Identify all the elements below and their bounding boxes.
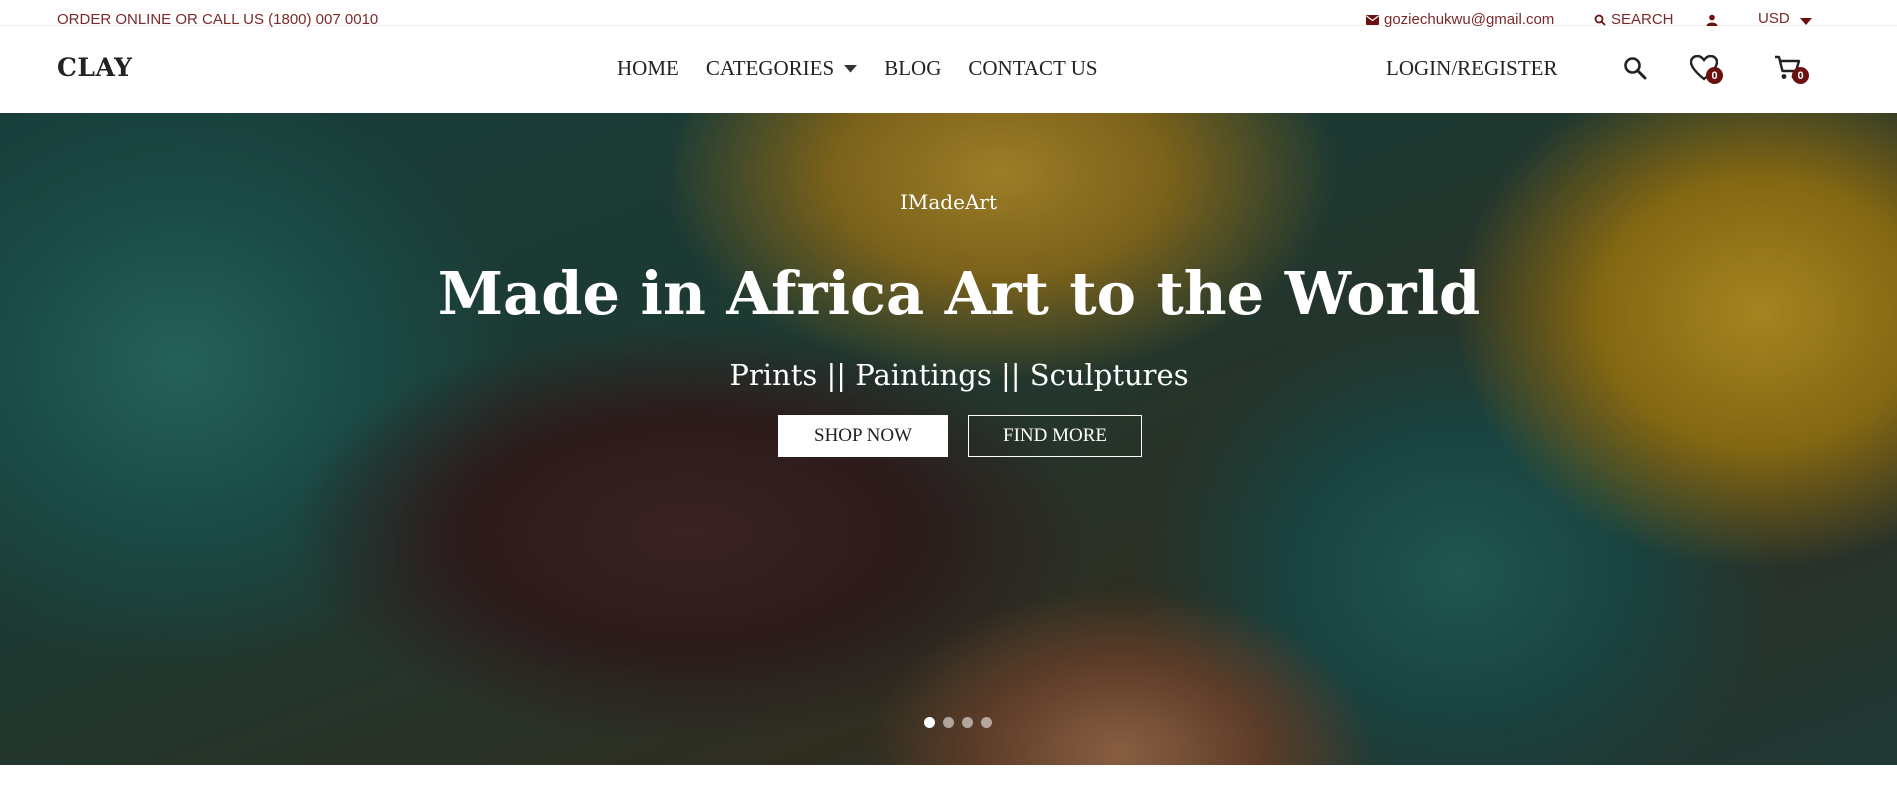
nav-item-label: BLOG <box>884 56 942 80</box>
wishlist-count-badge: 0 <box>1706 67 1723 84</box>
wishlist-button[interactable]: 0 <box>1689 54 1726 85</box>
carousel-dot-3[interactable] <box>962 717 973 728</box>
email-text: goziechukwu@gmail.com <box>1384 11 1555 28</box>
hero-headline: Made in Africa Art to the World <box>437 259 1481 328</box>
nav-item-categories[interactable]: CATEGORIES <box>705 56 858 81</box>
cart-button[interactable]: 0 <box>1774 55 1810 85</box>
caret-down-icon <box>1799 17 1812 25</box>
carousel-dot-4[interactable] <box>981 717 992 728</box>
topbar-search[interactable]: SEARCH <box>1594 11 1674 28</box>
shop-now-button[interactable]: SHOP NOW <box>778 415 948 457</box>
carousel-dot-1[interactable] <box>924 717 935 728</box>
main-nav: HOME CATEGORIES BLOG CONTACT US <box>617 56 1098 81</box>
search-label: SEARCH <box>1611 11 1674 28</box>
site-header: CLAY HOME CATEGORIES BLOG CONTACT US LOG… <box>0 27 1897 113</box>
nav-item-blog[interactable]: BLOG <box>884 56 941 81</box>
top-bar: ORDER ONLINE OR CALL US (1800) 007 0010 … <box>0 0 1897 28</box>
currency-selector[interactable]: USD <box>1758 10 1812 27</box>
email-link[interactable]: goziechukwu@gmail.com <box>1366 11 1554 28</box>
search-icon[interactable] <box>1622 55 1648 86</box>
nav-item-label: CATEGORIES <box>705 56 835 80</box>
find-more-button[interactable]: FIND MORE <box>968 415 1142 457</box>
cart-count-badge: 0 <box>1792 67 1809 84</box>
hero-content: IMadeArt Made in Africa Art to the World… <box>0 113 1897 765</box>
hero-eyebrow: IMadeArt <box>900 190 997 214</box>
nav-item-label: HOME <box>617 56 679 80</box>
nav-item-contact[interactable]: CONTACT US <box>968 56 1097 81</box>
hero-subline: Prints || Paintings || Sculptures <box>729 358 1189 392</box>
carousel-dot-2[interactable] <box>943 717 954 728</box>
nav-item-label: CONTACT US <box>968 56 1098 80</box>
caret-down-icon <box>844 64 858 72</box>
envelope-icon <box>1366 14 1379 25</box>
search-icon <box>1594 14 1606 26</box>
hero-banner: IMadeArt Made in Africa Art to the World… <box>0 113 1897 765</box>
nav-item-home[interactable]: HOME <box>617 56 679 81</box>
currency-label: USD <box>1758 10 1790 27</box>
site-logo[interactable]: CLAY <box>57 53 132 82</box>
order-phone-text: ORDER ONLINE OR CALL US (1800) 007 0010 <box>57 11 379 28</box>
carousel-dots <box>924 717 992 728</box>
login-register-link[interactable]: LOGIN/REGISTER <box>1386 56 1558 81</box>
